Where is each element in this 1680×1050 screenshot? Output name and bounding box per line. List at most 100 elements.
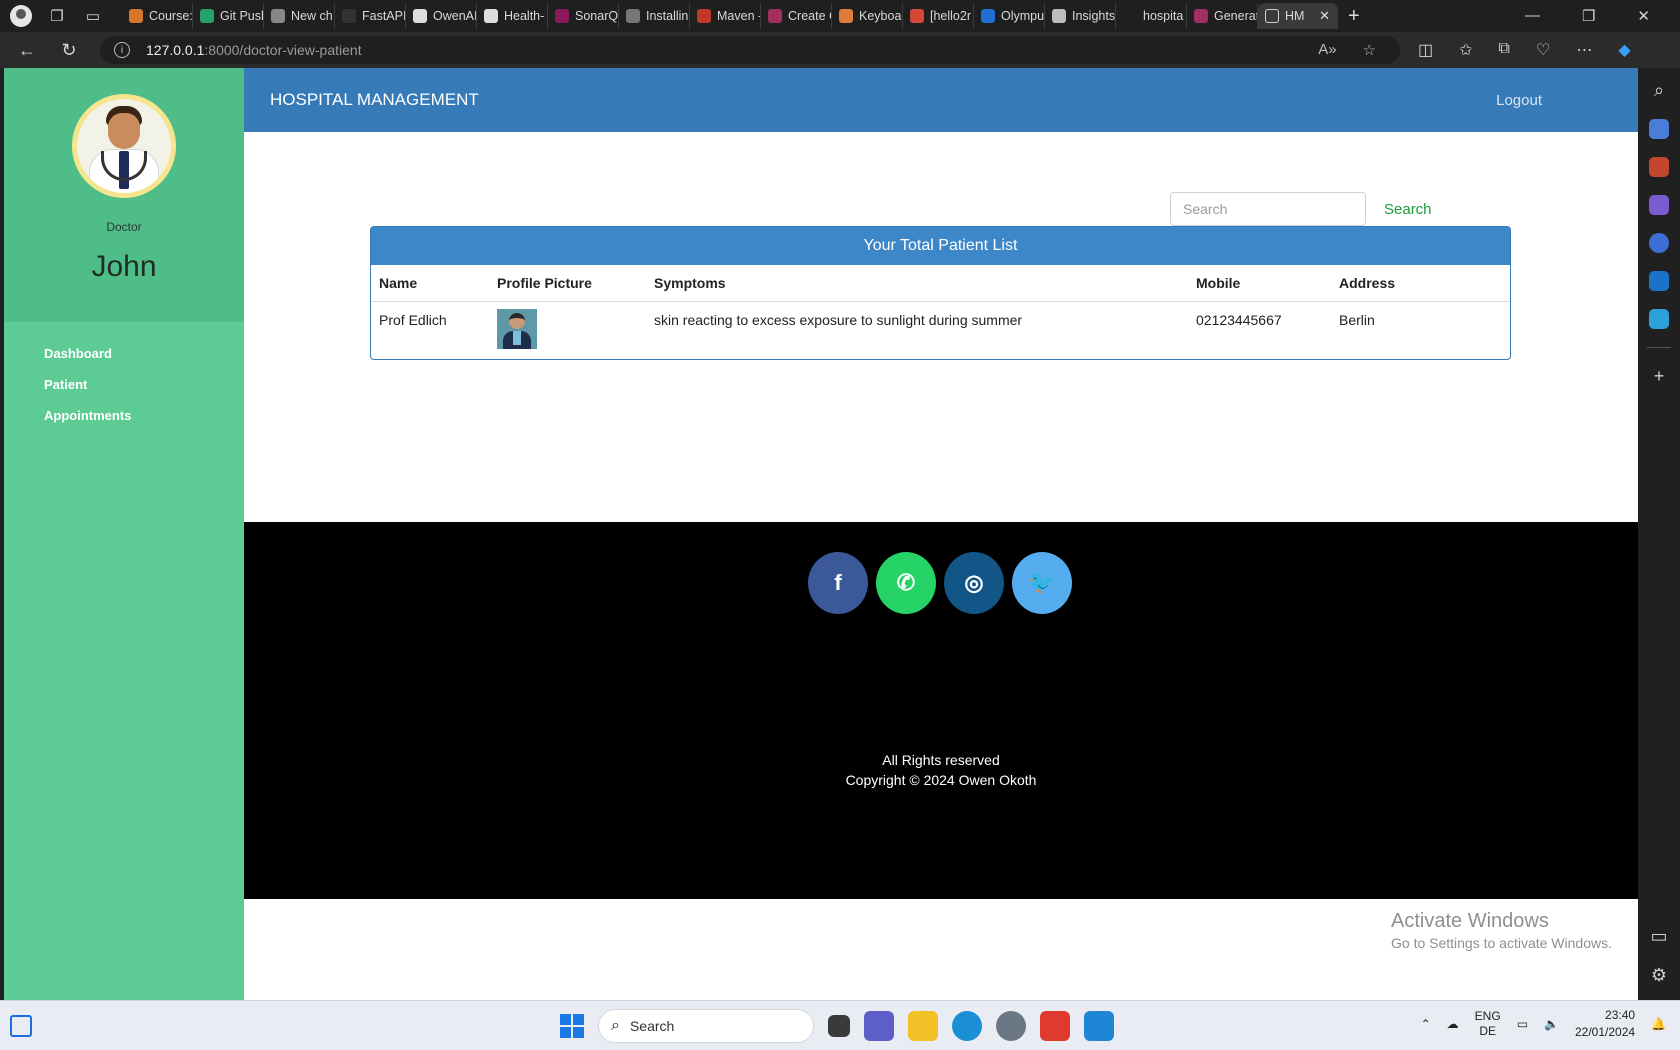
browser-tab[interactable]: Course:	[122, 3, 193, 29]
top-navbar: HOSPITAL MANAGEMENT Logout	[244, 68, 1638, 132]
copilot-icon[interactable]: ◆	[1618, 40, 1630, 60]
tab-label: Insights	[1072, 9, 1116, 23]
browser-tab[interactable]: FastAPI	[335, 3, 406, 29]
browser-tab[interactable]: [hello2r	[903, 3, 974, 29]
teams-icon[interactable]	[864, 1011, 894, 1041]
browser-tab[interactable]: New ch	[264, 3, 335, 29]
tab-label: HM	[1285, 9, 1305, 23]
input-language[interactable]: ENG DE	[1475, 1009, 1501, 1039]
browser-tab[interactable]: Git Push	[193, 3, 264, 29]
tab-label: Olympu	[1001, 9, 1045, 23]
windows-taskbar: ⌕ Search ⌃ ☁ ENG DE ▭ 🔈 23:40 22/01/2024…	[0, 1000, 1680, 1050]
back-icon[interactable]: ←	[12, 40, 42, 61]
split-screen-icon[interactable]: ◫	[1418, 40, 1433, 60]
hide-sidebar-icon[interactable]: ▭	[1650, 926, 1667, 947]
search-button[interactable]: Search	[1384, 201, 1432, 218]
table-row: Prof Edlich skin reacting to excess expo…	[371, 302, 1510, 360]
browser-tab[interactable]: Insights	[1045, 3, 1116, 29]
notifications-bell-icon[interactable]: 🔔	[1651, 1017, 1666, 1031]
browser-tab[interactable]: Keyboar	[832, 3, 903, 29]
close-tab-icon[interactable]: ✕	[1319, 8, 1330, 24]
whatsapp-icon[interactable]: ✆	[876, 552, 936, 614]
browser-tab[interactable]: Olympu	[974, 3, 1045, 29]
reload-icon[interactable]: ↻	[54, 40, 84, 61]
minimize-icon[interactable]: —	[1525, 7, 1540, 25]
task-view-icon[interactable]	[828, 1015, 850, 1037]
patient-address: Berlin	[1339, 312, 1375, 328]
onedrive-icon[interactable]: ☁	[1447, 1017, 1459, 1031]
outlook-icon[interactable]	[1649, 271, 1669, 291]
favorite-star-icon[interactable]: ☆	[1363, 41, 1376, 59]
maximize-icon[interactable]: ❐	[1582, 7, 1595, 25]
volume-icon[interactable]: 🔈	[1544, 1017, 1559, 1031]
favorites-icon[interactable]: ✩	[1459, 40, 1472, 60]
network-icon[interactable]: ▭	[1517, 1017, 1528, 1031]
profile-icon[interactable]	[10, 5, 32, 27]
new-tab-button[interactable]: +	[1338, 5, 1370, 28]
patient-symptoms: skin reacting to excess exposure to sunl…	[654, 312, 1023, 328]
browser-essentials-icon[interactable]: ♡	[1536, 40, 1550, 60]
facebook-icon[interactable]: f	[808, 552, 868, 614]
tab-favicon-icon	[1123, 9, 1137, 23]
clock-time: 23:40	[1605, 1008, 1636, 1022]
sidebar-nav: Dashboard Patient Appointments	[4, 322, 244, 431]
sidebar-item-dashboard[interactable]: Dashboard	[4, 338, 244, 369]
more-menu-icon[interactable]: ⋯	[1576, 40, 1592, 60]
page-icon	[1265, 9, 1279, 23]
tab-favicon-icon	[271, 9, 285, 23]
read-aloud-icon[interactable]: A»	[1318, 41, 1336, 59]
page-viewport: Doctor John Dashboard Patient Appointmen…	[4, 68, 1638, 1000]
browser-tab[interactable]: Create C	[761, 3, 832, 29]
browser-tab[interactable]: Installin	[619, 3, 690, 29]
shopping-tag-icon[interactable]	[1649, 119, 1669, 139]
footer-rights: All Rights reserved	[882, 752, 1000, 768]
twitter-icon[interactable]: 🐦	[1012, 552, 1072, 614]
search-input[interactable]	[1170, 192, 1366, 226]
thumb-scarf	[513, 331, 521, 345]
active-browser-tab[interactable]: HM ✕	[1258, 3, 1338, 29]
tools-briefcase-icon[interactable]	[1649, 157, 1669, 177]
sidebar-item-patient[interactable]: Patient	[4, 369, 244, 400]
sidebar-search-icon[interactable]: ⌕	[1654, 80, 1664, 101]
send-icon[interactable]	[1649, 309, 1669, 329]
microsoft-365-icon[interactable]	[1649, 233, 1669, 253]
collections-icon[interactable]: ⧉	[1499, 40, 1510, 60]
close-window-icon[interactable]: ✕	[1637, 7, 1650, 25]
logout-link[interactable]: Logout	[1496, 92, 1542, 109]
anydesk-icon[interactable]	[1040, 1011, 1070, 1041]
browser-tab[interactable]: Maven -	[690, 3, 761, 29]
add-sidebar-app-icon[interactable]: +	[1654, 366, 1665, 387]
taskbar-search[interactable]: ⌕ Search	[598, 1009, 814, 1043]
tab-actions-icon[interactable]: ▭	[82, 5, 104, 27]
sidebar-item-appointments[interactable]: Appointments	[4, 400, 244, 431]
tab-label: hospita	[1143, 9, 1184, 23]
edge-sidebar: ⌕ + ▭ ⚙	[1638, 68, 1680, 1000]
language-code: ENG	[1474, 1009, 1501, 1023]
tab-favicon-icon	[910, 9, 924, 23]
windows-start-icon[interactable]	[560, 1014, 584, 1038]
settings-icon[interactable]	[996, 1011, 1026, 1041]
file-explorer-icon[interactable]	[908, 1011, 938, 1041]
workspaces-icon[interactable]: ❐	[46, 5, 68, 27]
tray-overflow-icon[interactable]: ⌃	[1421, 1017, 1431, 1031]
url-actions: A» ☆	[1318, 41, 1400, 59]
edge-icon[interactable]	[952, 1011, 982, 1041]
widgets-icon[interactable]	[10, 1014, 32, 1037]
instagram-icon[interactable]: ◎	[944, 552, 1004, 614]
doctor-role: Doctor	[106, 220, 142, 234]
browser-tab[interactable]: Health-	[477, 3, 548, 29]
games-icon[interactable]	[1649, 195, 1669, 215]
clock[interactable]: 23:40 22/01/2024	[1575, 1007, 1635, 1041]
browser-tab[interactable]: Generat	[1187, 3, 1258, 29]
url-field[interactable]: i 127.0.0.1 :8000/doctor-view-patient A»…	[100, 36, 1400, 64]
tab-favicon-icon	[484, 9, 498, 23]
url-path: :8000/doctor-view-patient	[204, 42, 362, 58]
browser-tab[interactable]: hospita	[1116, 3, 1187, 29]
vscode-icon[interactable]	[1084, 1011, 1114, 1041]
brand-title[interactable]: HOSPITAL MANAGEMENT	[270, 90, 479, 110]
watermark-title: Activate Windows	[1391, 910, 1549, 932]
site-info-icon[interactable]: i	[114, 42, 130, 58]
browser-tab[interactable]: SonarQ	[548, 3, 619, 29]
browser-tab[interactable]: OwenAI	[406, 3, 477, 29]
sidebar-settings-icon[interactable]: ⚙	[1651, 965, 1667, 986]
